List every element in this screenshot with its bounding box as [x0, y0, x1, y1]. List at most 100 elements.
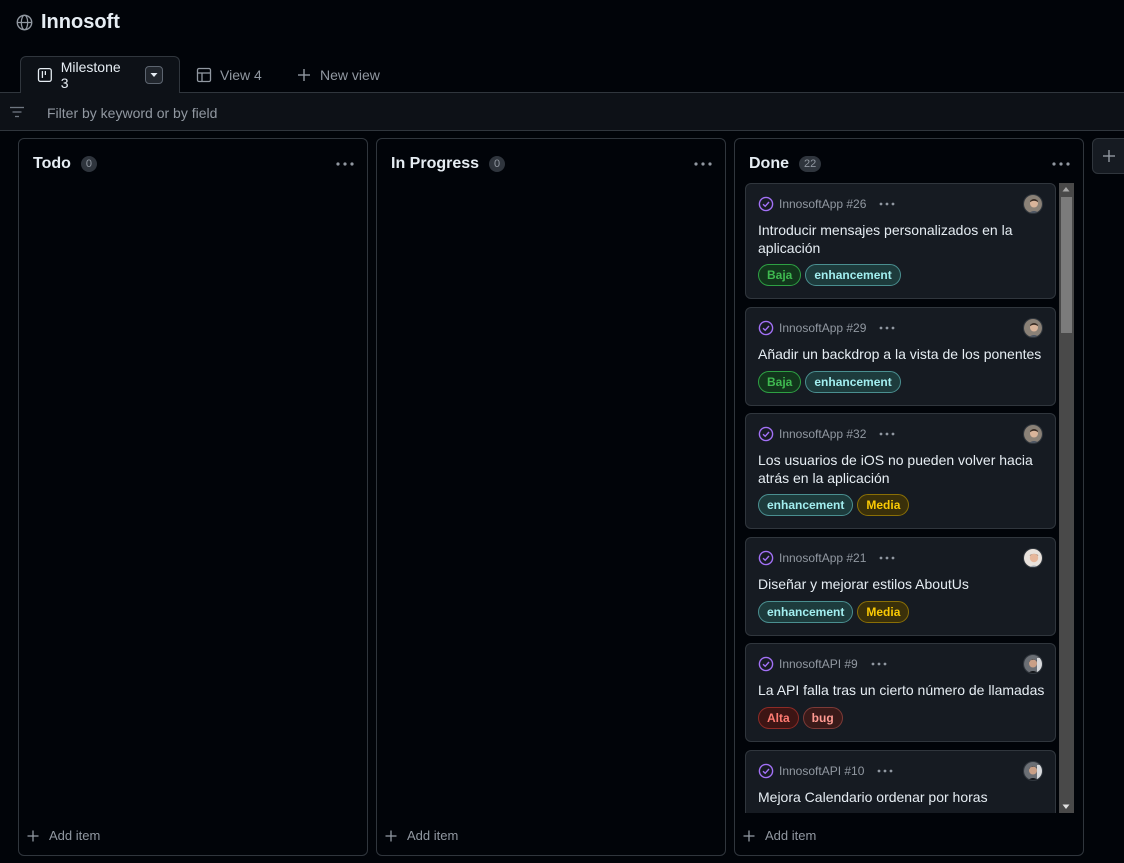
more-options-icon[interactable]	[335, 161, 355, 167]
label-type: bug	[802, 707, 843, 729]
label-priority: Baja	[758, 371, 802, 393]
new-view-button[interactable]: New view	[280, 56, 396, 94]
avatar-photo	[1024, 195, 1042, 213]
plus-icon	[298, 69, 310, 81]
plus-icon	[1103, 150, 1115, 162]
issue-ref[interactable]: InnosoftAPI #10	[779, 764, 864, 778]
closed-issue-icon	[758, 426, 774, 442]
column-header: Todo 0	[33, 155, 98, 173]
card-list: InnosoftApp #26 Introducir mensajes pers…	[745, 183, 1057, 813]
plus-icon	[743, 830, 755, 841]
label-priority: Media	[857, 494, 910, 516]
filter-input[interactable]	[47, 103, 647, 123]
scroll-up-icon[interactable]	[1062, 186, 1070, 192]
assignee-avatar[interactable]	[1023, 318, 1043, 338]
card-meta: InnosoftAPI #9	[758, 656, 887, 672]
avatar-photo	[1024, 549, 1042, 567]
card-meta: InnosoftAPI #10	[758, 763, 893, 779]
card-meta: InnosoftApp #32	[758, 426, 895, 442]
add-item-button[interactable]: Add item	[385, 828, 458, 843]
card-more-icon[interactable]	[879, 202, 895, 206]
column-in-progress: In Progress 0 Add item	[376, 138, 726, 856]
add-item-button[interactable]: Add item	[27, 828, 100, 843]
card-meta: InnosoftApp #26	[758, 196, 895, 212]
filter-bar	[0, 93, 1124, 131]
closed-issue-icon	[758, 320, 774, 336]
card-labels: Alta bug	[758, 707, 843, 729]
card-labels: Baja enhancement	[758, 371, 901, 393]
column-title: Done	[749, 155, 789, 172]
plus-icon	[385, 830, 397, 841]
column-count: 22	[799, 156, 822, 172]
issue-card[interactable]: InnosoftApp #32 Los usuarios de iOS no p…	[745, 413, 1056, 529]
assignee-avatar[interactable]	[1023, 424, 1043, 444]
avatar-photo	[1024, 425, 1042, 443]
card-title[interactable]: Diseñar y mejorar estilos AboutUs	[758, 575, 1048, 593]
closed-issue-icon	[758, 763, 774, 779]
issue-ref[interactable]: InnosoftApp #26	[779, 197, 866, 211]
plus-icon	[27, 830, 39, 841]
closed-issue-icon	[758, 550, 774, 566]
card-title[interactable]: Los usuarios de iOS no pueden volver hac…	[758, 451, 1048, 487]
add-item-label: Add item	[407, 828, 459, 843]
column-count: 0	[80, 156, 98, 172]
filter-icon[interactable]	[9, 106, 25, 118]
column-title: In Progress	[391, 155, 480, 172]
card-more-icon[interactable]	[879, 432, 895, 436]
assignee-avatar[interactable]	[1023, 654, 1043, 674]
card-title[interactable]: Introducir mensajes personalizados en la…	[758, 221, 1048, 257]
scrollbar-thumb[interactable]	[1061, 197, 1072, 333]
tab-milestone-3[interactable]: Milestone 3	[20, 56, 180, 94]
assignee-avatar[interactable]	[1023, 194, 1043, 214]
card-title[interactable]: Añadir un backdrop a la vista de los pon…	[758, 345, 1048, 363]
issue-card[interactable]: InnosoftAPI #9 La API falla tras un cier…	[745, 643, 1056, 742]
column-header: In Progress 0	[391, 155, 506, 173]
assignee-avatar[interactable]	[1023, 548, 1043, 568]
issue-card[interactable]: InnosoftApp #29 Añadir un backdrop a la …	[745, 307, 1056, 406]
column-todo: Todo 0 Add item	[18, 138, 368, 856]
card-meta: InnosoftApp #29	[758, 320, 895, 336]
avatar-photo	[1024, 762, 1042, 780]
column-title: Todo	[33, 155, 71, 172]
tab-label: View 4	[220, 67, 262, 83]
scroll-down-icon[interactable]	[1062, 804, 1070, 810]
card-more-icon[interactable]	[879, 556, 895, 560]
more-options-icon[interactable]	[1051, 161, 1071, 167]
more-options-icon[interactable]	[693, 161, 713, 167]
issue-ref[interactable]: InnosoftApp #21	[779, 551, 866, 565]
add-item-label: Add item	[49, 828, 101, 843]
card-list-scrollbar[interactable]	[1059, 183, 1074, 813]
issue-ref[interactable]: InnosoftApp #32	[779, 427, 866, 441]
add-item-button[interactable]: Add item	[743, 828, 816, 843]
assignee-avatar[interactable]	[1023, 761, 1043, 781]
tab-view-4[interactable]: View 4	[180, 56, 278, 94]
issue-card[interactable]: InnosoftApp #26 Introducir mensajes pers…	[745, 183, 1056, 299]
issue-card[interactable]: InnosoftAPI #10 Mejora Calendario ordena…	[745, 750, 1056, 813]
issue-ref[interactable]: InnosoftApp #29	[779, 321, 866, 335]
card-title[interactable]: Mejora Calendario ordenar por horas	[758, 788, 1048, 806]
card-more-icon[interactable]	[871, 662, 887, 666]
board: Todo 0 Add item In Progress 0 Add item D…	[0, 131, 1124, 863]
avatar-photo	[1024, 655, 1042, 673]
board-icon	[37, 67, 52, 83]
card-labels: Baja enhancement	[758, 264, 901, 286]
add-column-button[interactable]	[1092, 138, 1124, 174]
label-type: enhancement	[805, 264, 901, 286]
card-title[interactable]: La API falla tras un cierto número de ll…	[758, 681, 1048, 699]
label-type: enhancement	[758, 494, 854, 516]
add-item-label: Add item	[765, 828, 817, 843]
view-options-button[interactable]	[145, 66, 163, 84]
card-labels: enhancement Media	[758, 601, 910, 623]
label-type: enhancement	[758, 601, 854, 623]
issue-card[interactable]: InnosoftApp #21 Diseñar y mejorar estilo…	[745, 537, 1056, 636]
project-title[interactable]: Innosoft	[16, 11, 120, 34]
column-header: Done 22	[749, 155, 822, 173]
closed-issue-icon	[758, 656, 774, 672]
card-more-icon[interactable]	[877, 769, 893, 773]
issue-ref[interactable]: InnosoftAPI #9	[779, 657, 858, 671]
card-more-icon[interactable]	[879, 326, 895, 330]
table-icon	[196, 67, 212, 83]
avatar-photo	[1024, 319, 1042, 337]
card-meta: InnosoftApp #21	[758, 550, 895, 566]
project-header: Innosoft Milestone 3 View 4 New view	[0, 0, 1124, 94]
